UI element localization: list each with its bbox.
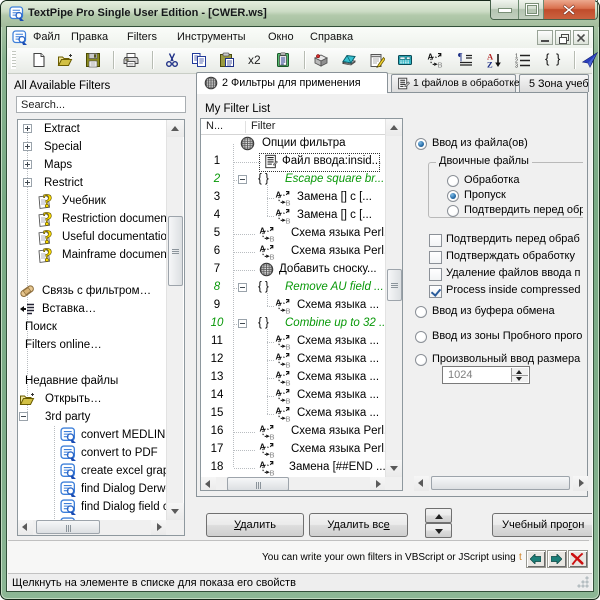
svg-text:Z: Z bbox=[487, 60, 493, 69]
svg-text:3: 3 bbox=[515, 64, 518, 68]
svg-text:¶: ¶ bbox=[458, 52, 463, 63]
